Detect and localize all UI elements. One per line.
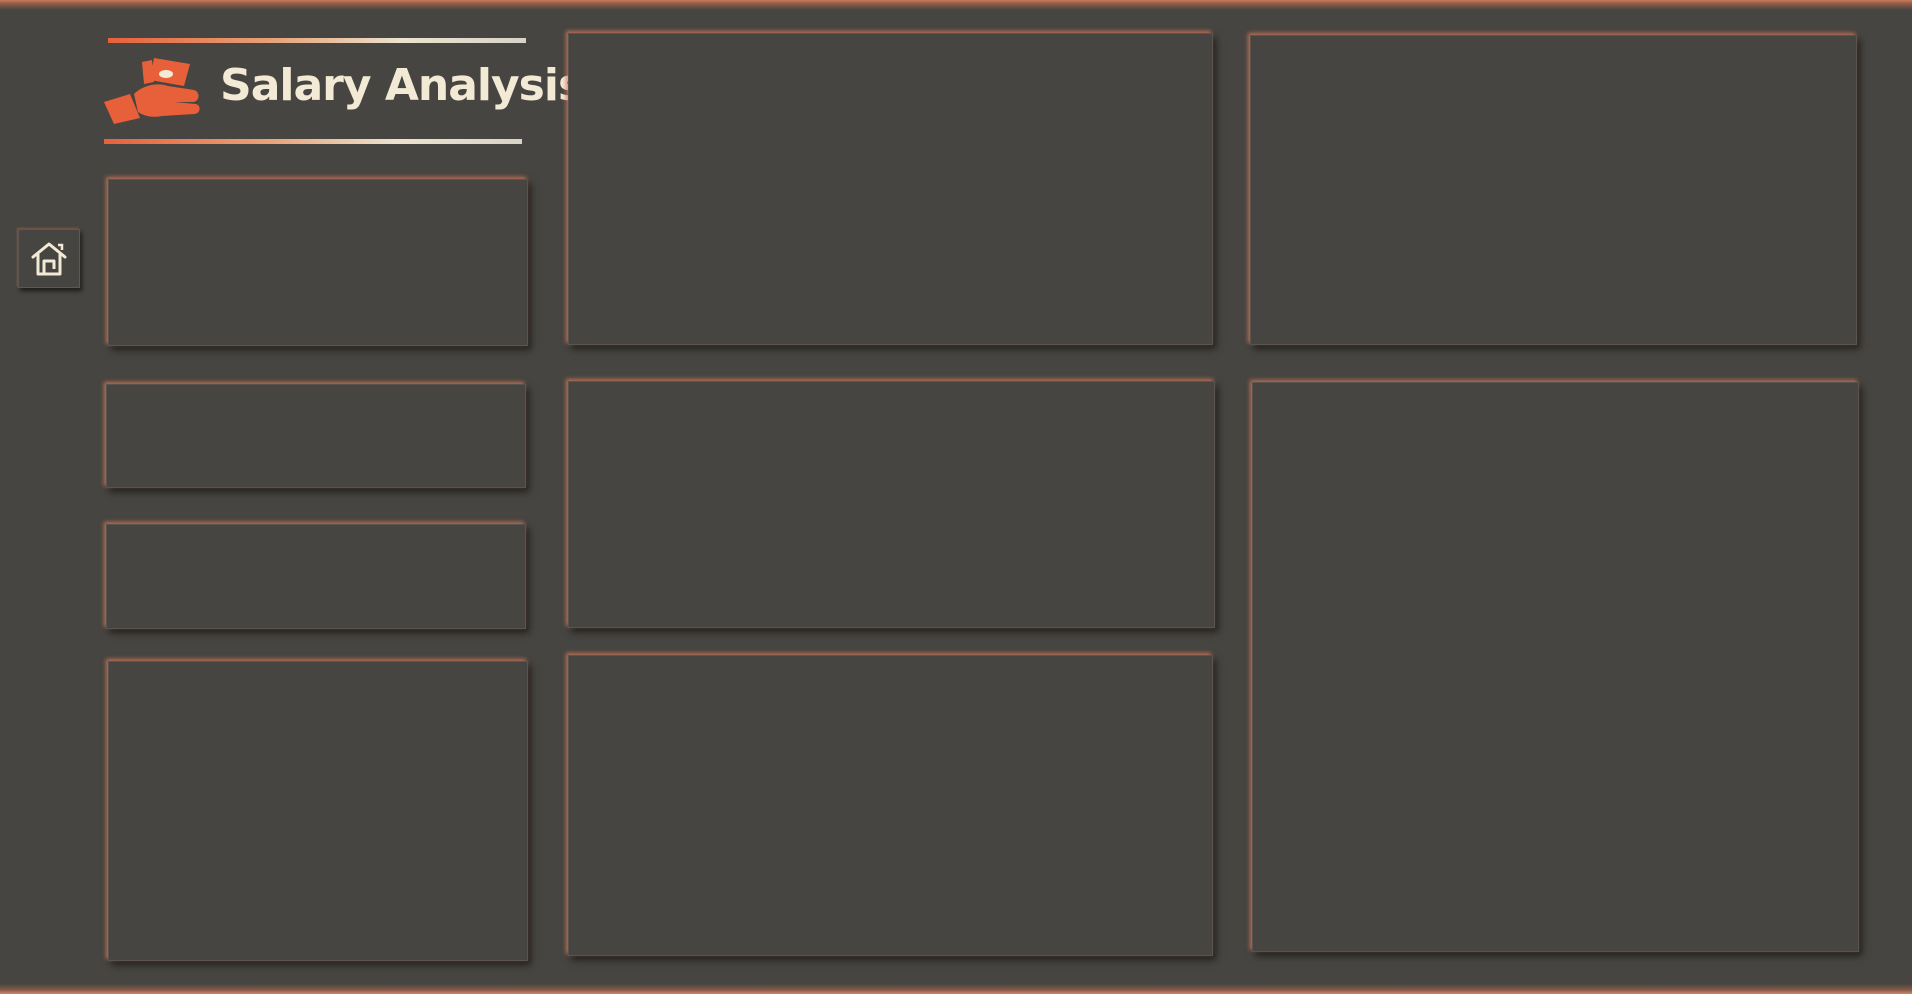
- middle-panel-3: [568, 655, 1213, 956]
- right-panel-2: [1252, 382, 1859, 952]
- middle-panel-2: [568, 381, 1215, 628]
- page-title: Salary Analysis: [220, 60, 584, 111]
- home-icon: [31, 242, 67, 275]
- logo-block: Salary Analysis: [104, 36, 584, 148]
- left-panel-3: [106, 524, 526, 629]
- left-panel-1: [108, 179, 528, 346]
- home-button[interactable]: [18, 229, 80, 288]
- logo-divider-top: [108, 38, 526, 43]
- bottom-frame-border: [0, 984, 1912, 994]
- left-panel-2: [106, 384, 526, 488]
- salary-money-hand-icon: [104, 58, 200, 124]
- top-frame-border: [0, 0, 1912, 10]
- left-panel-4: [108, 661, 528, 961]
- middle-panel-1: [568, 33, 1213, 345]
- right-panel-1: [1250, 35, 1857, 345]
- logo-divider-bottom: [104, 139, 522, 144]
